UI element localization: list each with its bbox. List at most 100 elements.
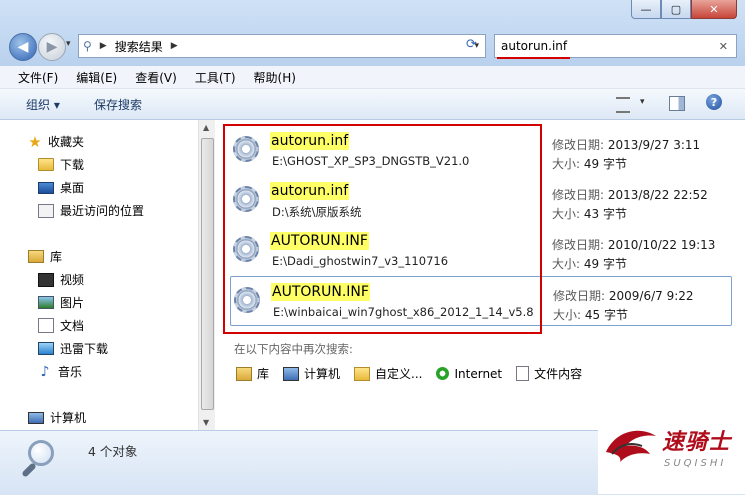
address-bar[interactable]: ⚲ ▶ 搜索结果 ▶ ▾ [78, 34, 486, 58]
nav-desktop[interactable]: 桌面 [38, 179, 84, 196]
search-input[interactable]: autorun.inf [501, 39, 567, 53]
search-box[interactable]: autorun.inf ✕ [494, 34, 737, 58]
document-icon [516, 366, 530, 381]
file-name[interactable]: autorun.inf [270, 132, 350, 150]
search-again-libraries[interactable]: 库 [236, 365, 269, 382]
search-again-internet[interactable]: Internet [436, 367, 502, 381]
nav-label: 视频 [60, 273, 85, 287]
recent-places-icon [38, 203, 54, 218]
explorer-window: — ▢ ✕ ◀ ▶ ▾ ⚲ ▶ 搜索结果 ▶ ▾ ⟳ autorun.inf ✕… [0, 0, 745, 495]
navigation-pane: ★ 收藏夹 下载 桌面 最近访问的位置 库 视频 图片 文档 迅雷下载 ♪ 音乐… [0, 120, 198, 430]
scroll-up-icon[interactable]: ▲ [203, 123, 209, 132]
save-search-button[interactable]: 保存搜索 [94, 96, 142, 113]
recent-pages-dropdown-icon[interactable]: ▾ [66, 39, 71, 49]
scroll-down-icon[interactable]: ▼ [203, 418, 209, 427]
settings-file-icon [233, 236, 259, 262]
maximize-button[interactable]: ▢ [661, 0, 691, 19]
nav-documents[interactable]: 文档 [38, 317, 84, 334]
size-value: 45 字节 [584, 308, 628, 322]
organize-button[interactable]: 组织 ▾ [26, 96, 60, 113]
help-icon[interactable]: ? [706, 94, 722, 110]
nav-thunder-downloads[interactable]: 迅雷下载 [38, 340, 108, 357]
file-size: 大小: 49 字节 [552, 155, 627, 172]
modified-value: 2013/8/22 22:52 [607, 188, 708, 202]
nav-pictures[interactable]: 图片 [38, 294, 84, 311]
settings-file-icon [233, 136, 259, 162]
breadcrumb-chevron-icon[interactable]: ▶ [171, 41, 178, 51]
menu-edit[interactable]: 编辑(E) [76, 69, 117, 86]
modified-date: 修改日期: 2010/10/22 19:13 [552, 236, 715, 253]
modified-value: 2010/10/22 19:13 [607, 238, 716, 252]
modified-value: 2013/9/27 3:11 [607, 138, 701, 152]
close-button[interactable]: ✕ [691, 0, 737, 19]
file-size: 大小: 43 字节 [552, 205, 627, 222]
minimize-button[interactable]: — [631, 0, 661, 19]
file-size: 大小: 49 字节 [552, 255, 627, 272]
breadcrumb-search-results[interactable]: 搜索结果 [115, 38, 163, 55]
search-again-options: 库 计算机 自定义... Internet 文件内容 [236, 365, 596, 382]
size-label: 大小: [552, 157, 581, 171]
knight-logo-icon [606, 430, 656, 462]
settings-file-icon [234, 287, 260, 313]
size-value: 43 字节 [583, 207, 627, 221]
scrollbar-thumb[interactable] [201, 138, 214, 410]
nav-favorites[interactable]: ★ 收藏夹 [28, 133, 85, 151]
breadcrumb-chevron-icon[interactable]: ▶ [100, 41, 107, 51]
result-row-selected[interactable]: AUTORUN.INF E:\winbaicai_win7ghost_x86_2… [230, 276, 732, 326]
nav-label: 最近访问的位置 [60, 204, 145, 218]
settings-file-icon [233, 186, 259, 212]
menu-file[interactable]: 文件(F) [18, 69, 58, 86]
nav-label: 文档 [60, 319, 85, 333]
folder-icon [38, 158, 54, 171]
modified-label: 修改日期: [553, 289, 606, 303]
search-again-custom[interactable]: 自定义... [354, 365, 422, 382]
picture-icon [38, 296, 54, 309]
modified-value: 2009/6/7 9:22 [608, 289, 694, 303]
modified-label: 修改日期: [552, 238, 605, 252]
nav-label: 收藏夹 [48, 135, 85, 149]
forward-button[interactable]: ▶ [38, 33, 66, 61]
refresh-icon[interactable]: ⟳ [466, 37, 477, 52]
menu-tools[interactable]: 工具(T) [195, 69, 236, 86]
download-folder-icon [38, 342, 54, 355]
music-note-icon: ♪ [40, 363, 50, 380]
folder-icon [354, 366, 371, 381]
nav-computer[interactable]: 计算机 [28, 409, 86, 426]
clear-search-icon[interactable]: ✕ [719, 40, 728, 53]
video-icon [38, 272, 54, 287]
option-label: 自定义... [375, 367, 423, 381]
file-name[interactable]: AUTORUN.INF [271, 283, 370, 301]
search-again-computer[interactable]: 计算机 [283, 365, 340, 382]
magnifier-handle [21, 462, 37, 478]
nav-videos[interactable]: 视频 [38, 271, 84, 288]
view-options-icon[interactable] [616, 97, 630, 113]
option-label: Internet [454, 366, 503, 381]
preview-pane-icon[interactable] [669, 96, 685, 111]
file-name[interactable]: autorun.inf [270, 182, 350, 200]
result-row[interactable]: autorun.inf E:\GHOST_XP_SP3_DNGSTB_V21.0… [230, 126, 730, 174]
size-label: 大小: [552, 207, 581, 221]
file-name[interactable]: AUTORUN.INF [270, 232, 369, 250]
computer-icon [28, 411, 44, 424]
modified-date: 修改日期: 2013/9/27 3:11 [552, 136, 700, 153]
modified-label: 修改日期: [552, 188, 605, 202]
nav-label: 计算机 [50, 411, 87, 425]
desktop-icon [38, 181, 54, 194]
nav-recent-places[interactable]: 最近访问的位置 [38, 202, 144, 219]
result-row[interactable]: autorun.inf D:\系统\原版系统 修改日期: 2013/8/22 2… [230, 176, 730, 224]
search-again-label: 在以下内容中再次搜索: [234, 342, 353, 356]
nav-music[interactable]: ♪ 音乐 [38, 363, 82, 380]
nav-downloads[interactable]: 下载 [38, 156, 84, 173]
nav-scrollbar[interactable]: ▲ ▼ [198, 120, 215, 430]
internet-icon [436, 367, 450, 380]
search-again-file-contents[interactable]: 文件内容 [516, 365, 582, 382]
file-path: E:\Dadi_ghostwin7_v3_110716 [272, 254, 449, 268]
result-row[interactable]: AUTORUN.INF E:\Dadi_ghostwin7_v3_110716 … [230, 226, 730, 274]
nav-libraries[interactable]: 库 [28, 248, 62, 265]
back-button[interactable]: ◀ [9, 33, 37, 61]
view-dropdown-icon[interactable]: ▾ [640, 97, 645, 107]
menu-view[interactable]: 查看(V) [135, 69, 177, 86]
size-label: 大小: [553, 308, 582, 322]
menu-help[interactable]: 帮助(H) [254, 69, 296, 86]
item-count: 4 个对象 [88, 444, 138, 459]
